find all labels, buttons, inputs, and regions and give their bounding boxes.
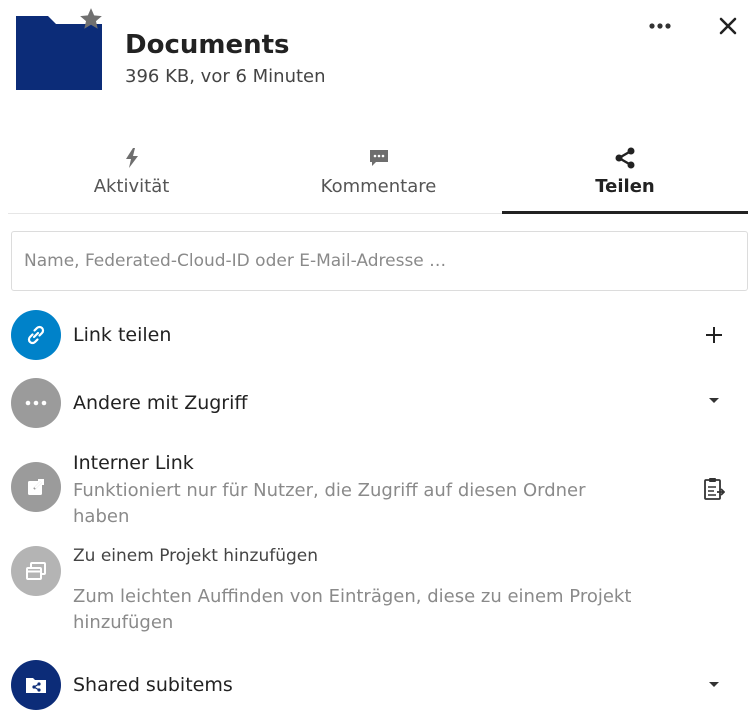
link-icon <box>27 325 45 345</box>
file-title: Documents <box>125 30 290 60</box>
add-share-link-button[interactable] <box>699 320 729 350</box>
external-link-icon <box>28 477 46 495</box>
share-search-input[interactable] <box>11 231 748 291</box>
close-button[interactable] <box>712 10 744 42</box>
others-access-title: Andere mit Zugriff <box>73 392 248 414</box>
shared-subitems-title: Shared subitems <box>73 674 233 696</box>
sidebar-tabs: Aktivität Kommentare Teilen <box>8 132 748 214</box>
caret-down-icon <box>709 682 719 687</box>
clipboard-icon <box>704 478 725 500</box>
shared-folder-icon <box>26 678 46 693</box>
project-description: Zum leichten Auffinden von Einträgen, di… <box>73 584 713 636</box>
project-avatar <box>11 546 61 596</box>
others-access-avatar <box>11 378 61 428</box>
caret-down-icon <box>709 398 719 403</box>
tab-share[interactable]: Teilen <box>502 132 748 214</box>
dots-icon <box>25 400 47 406</box>
internal-link-row: Interner Link Funktioniert nur für Nutze… <box>0 446 748 530</box>
project-description-line2: hinzufügen <box>73 612 174 633</box>
internal-link-avatar <box>11 462 61 512</box>
share-link-row[interactable]: Link teilen <box>0 308 748 364</box>
tab-share-label: Teilen <box>595 176 655 197</box>
file-subtitle: 396 KB, vor 6 Minuten <box>125 66 326 87</box>
project-icon <box>26 562 46 580</box>
file-header: Documents 396 KB, vor 6 Minuten <box>0 0 748 110</box>
share-link-avatar <box>11 310 61 360</box>
internal-link-description-line2: haben <box>73 506 130 527</box>
copy-internal-link-button[interactable] <box>699 474 729 504</box>
internal-link-description: Funktioniert nur für Nutzer, die Zugriff… <box>73 478 633 530</box>
tab-activity-label: Aktivität <box>93 176 170 197</box>
internal-link-description-line1: Funktioniert nur für Nutzer, die Zugriff… <box>73 480 586 501</box>
ellipsis-icon <box>649 23 671 29</box>
tab-comments-label: Kommentare <box>320 176 437 197</box>
comment-icon <box>369 150 388 166</box>
close-icon <box>719 17 737 35</box>
expand-shared-subitems-button[interactable] <box>699 670 729 700</box>
share-link-title: Link teilen <box>73 324 172 346</box>
share-icon <box>615 147 635 169</box>
shared-subitems-row[interactable]: Shared subitems <box>0 658 748 710</box>
lightning-icon <box>125 148 138 168</box>
expand-others-access-button[interactable] <box>699 386 729 416</box>
internal-link-title: Interner Link <box>73 452 194 474</box>
others-with-access-row[interactable]: Andere mit Zugriff <box>0 376 748 432</box>
more-options-button[interactable] <box>640 12 680 40</box>
add-to-project-row[interactable]: Zu einem Projekt hinzufügen Zum leichten… <box>0 540 748 640</box>
plus-icon <box>706 327 722 343</box>
tab-comments[interactable]: Kommentare <box>255 132 502 214</box>
shared-subitems-avatar <box>11 660 61 710</box>
star-icon[interactable] <box>78 6 104 32</box>
project-title: Zu einem Projekt hinzufügen <box>73 546 319 566</box>
tab-activity[interactable]: Aktivität <box>8 132 255 214</box>
project-description-line1: Zum leichten Auffinden von Einträgen, di… <box>73 586 632 607</box>
